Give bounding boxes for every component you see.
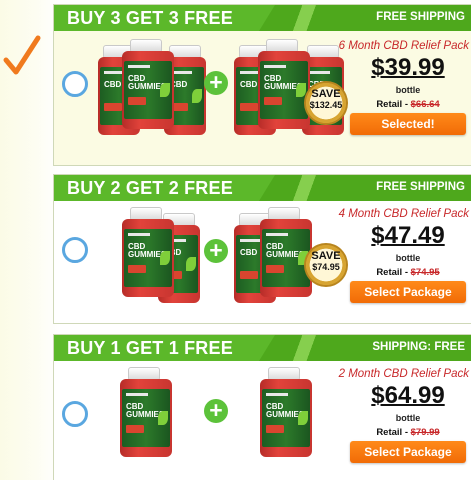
package-3-title: BUY 1 GET 1 FREE [67, 338, 233, 358]
package-1-pack-name: 6 Month CBD Relief Pack [338, 40, 469, 52]
package-3-retail: Retail - $79.99 [376, 427, 440, 438]
package-card-3[interactable]: BUY 1 GET 1 FREE SHIPPING: FREE CBD GUMMI… [53, 334, 471, 480]
package-1-shipping: FREE SHIPPING [376, 11, 465, 23]
product-bottle: CBD GUMMIES [120, 367, 172, 457]
package-1-select-button[interactable]: Selected! [350, 113, 466, 135]
package-3-price: $64.99 [371, 382, 445, 409]
package-3-unit: bottle [395, 413, 421, 423]
product-bottle: CBD GUMMIES [122, 207, 174, 297]
package-1-title: BUY 3 GET 3 FREE [67, 8, 233, 28]
plus-icon: + [204, 71, 228, 95]
package-3-header: BUY 1 GET 1 FREE SHIPPING: FREE [54, 335, 471, 361]
package-1-header: BUY 3 GET 3 FREE FREE SHIPPING [54, 5, 471, 31]
package-3-shipping: SHIPPING: FREE [372, 341, 465, 353]
package-1-radio[interactable] [62, 71, 88, 97]
savings-seal: SAVE $132.45 [304, 81, 348, 125]
package-2-radio[interactable] [62, 237, 88, 263]
package-2-retail: Retail - $74.95 [376, 267, 440, 278]
package-2-select-button[interactable]: Select Package [350, 281, 466, 303]
package-2-title: BUY 2 GET 2 FREE [67, 178, 233, 198]
savings-seal: SAVE $74.95 [304, 243, 348, 287]
package-1-unit: bottle [395, 85, 421, 95]
plus-icon: + [204, 399, 228, 423]
product-bottle: CBD GUMMIES [258, 39, 310, 129]
package-2-price: $47.49 [371, 222, 445, 249]
product-bottle: CBD GUMMIES [260, 367, 312, 457]
checkmark-icon [3, 35, 41, 75]
package-3-pack-name: 2 Month CBD Relief Pack [338, 368, 469, 380]
package-2-pack-name: 4 Month CBD Relief Pack [338, 208, 469, 220]
package-3-select-button[interactable]: Select Package [350, 441, 466, 463]
package-card-1[interactable]: BUY 3 GET 3 FREE FREE SHIPPING CBD CBD C… [53, 4, 471, 166]
package-3-radio[interactable] [62, 401, 88, 427]
plus-icon: + [204, 239, 228, 263]
package-1-price: $39.99 [371, 54, 445, 81]
package-2-unit: bottle [395, 253, 421, 263]
package-2-header: BUY 2 GET 2 FREE FREE SHIPPING [54, 175, 471, 201]
product-bottle: CBD GUMMIES [122, 39, 174, 129]
package-2-shipping: FREE SHIPPING [376, 181, 465, 193]
package-1-retail: Retail - $66.64 [376, 99, 440, 110]
package-card-2[interactable]: BUY 2 GET 2 FREE FREE SHIPPING CBD CBDGU… [53, 174, 471, 324]
